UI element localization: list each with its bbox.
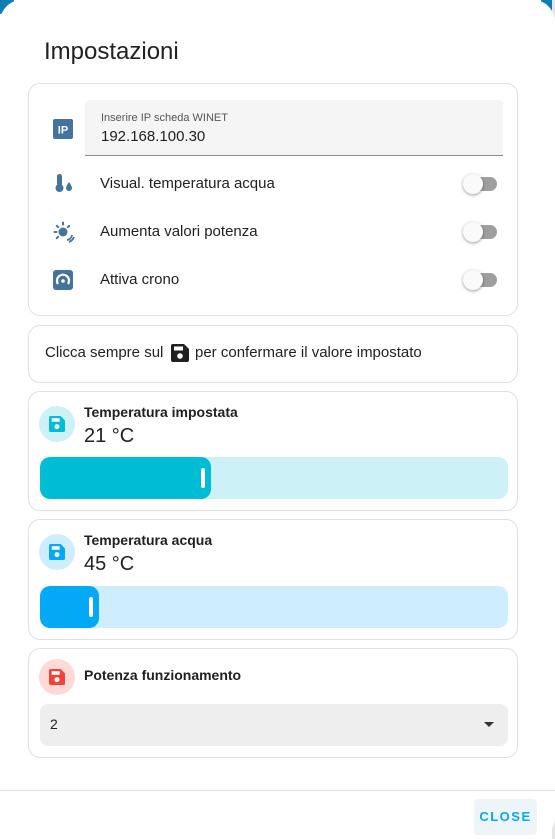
tile-name: Temperatura acqua [84, 532, 213, 548]
slider-handle[interactable] [89, 597, 93, 617]
crono-icon [53, 270, 73, 290]
info-text-after: per confermare il valore impostato [195, 344, 422, 361]
dialog-title: Impostazioni [44, 38, 179, 65]
tile-value: 21 °C [84, 425, 135, 447]
ip-input[interactable]: Inserire IP scheda WINET 192.168.100.30 [85, 100, 503, 156]
toggle-attiva-crono[interactable] [463, 270, 499, 290]
content-save-icon [49, 544, 65, 560]
toggle-aumenta-potenza[interactable] [463, 222, 499, 242]
water-thermometer-icon [55, 174, 72, 192]
tile-icon-bubble[interactable] [39, 659, 75, 695]
close-button[interactable]: CLOSE [474, 799, 537, 835]
potenza-select[interactable]: 2 [40, 704, 508, 746]
content-save-icon [171, 344, 189, 362]
select-value: 2 [50, 716, 58, 732]
settings-dialog: Impostazioni IP Inserire IP scheda WINET… [0, 0, 555, 839]
slider-temperatura-impostata[interactable] [40, 457, 508, 499]
ip-input-label: Inserire IP scheda WINET [101, 112, 228, 124]
tile-name: Temperatura impostata [84, 404, 238, 420]
svg-text:IP: IP [58, 125, 68, 137]
tile-temperatura-acqua: Temperatura acqua 45 °C [28, 519, 518, 640]
tile-icon-bubble[interactable] [39, 406, 75, 442]
row-label-aumenta-potenza: Aumenta valori potenza [100, 223, 258, 240]
tile-value: 45 °C [84, 553, 135, 575]
tile-potenza-funzionamento: Potenza funzionamento 2 [28, 648, 518, 758]
row-label-visual-temperatura: Visual. temperatura acqua [100, 175, 275, 192]
content-save-icon [49, 669, 65, 685]
row-label-attiva-crono: Attiva crono [100, 271, 180, 288]
sun-wireless-icon [53, 221, 75, 243]
footer-divider [0, 790, 555, 791]
slider-fill [40, 457, 211, 499]
toggle-visual-temperatura[interactable] [463, 174, 499, 194]
chevron-down-icon [484, 722, 494, 727]
tile-name: Potenza funzionamento [84, 667, 242, 683]
ip-icon: IP [53, 119, 73, 139]
slider-temperatura-acqua[interactable] [40, 586, 508, 628]
content-save-icon [49, 416, 65, 432]
info-text-before: Clicca sempre sul [45, 344, 164, 361]
ip-input-value[interactable]: 192.168.100.30 [101, 128, 205, 145]
tile-temperatura-impostata: Temperatura impostata 21 °C [28, 391, 518, 511]
info-card: Clicca sempre sul per confermare il valo… [28, 325, 518, 383]
tile-icon-bubble[interactable] [39, 534, 75, 570]
settings-card: IP Inserire IP scheda WINET 192.168.100.… [28, 83, 518, 316]
slider-handle[interactable] [201, 468, 205, 488]
